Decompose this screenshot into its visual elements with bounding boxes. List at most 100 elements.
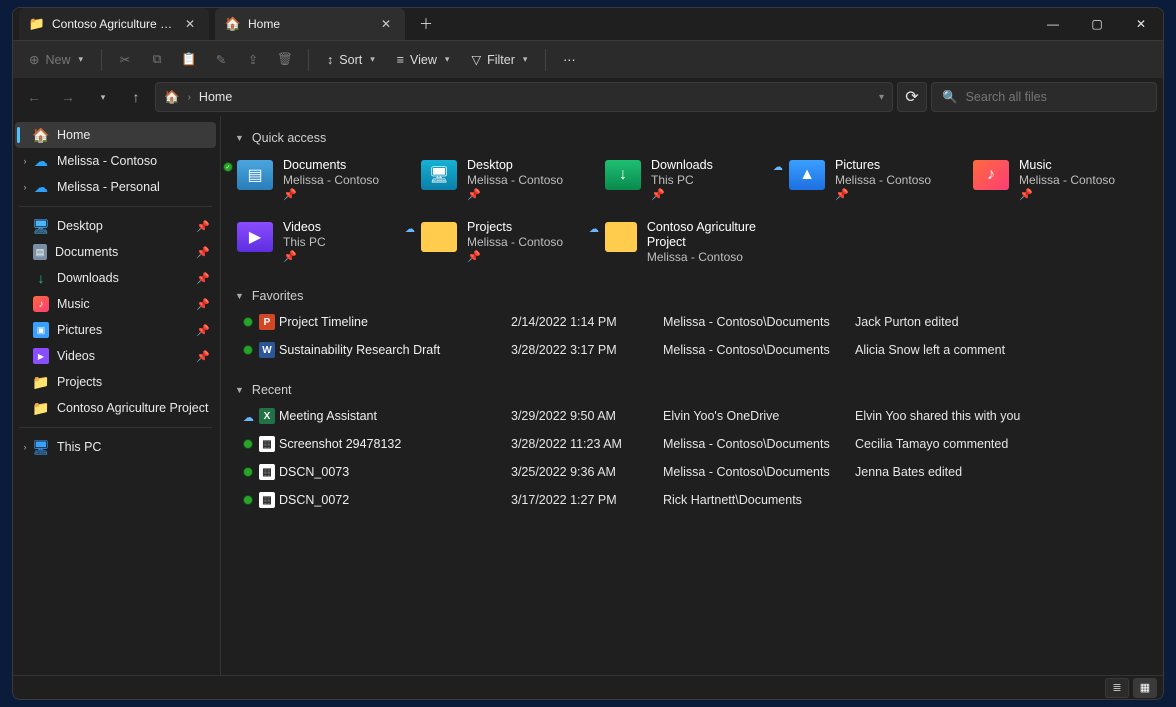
item-name: Music: [1019, 158, 1115, 173]
sidebar-item-onedrive[interactable]: › ☁ Melissa - Personal: [15, 174, 216, 200]
copy-button[interactable]: ⧉: [142, 46, 172, 73]
titlebar: 📁 Contoso Agriculture Project ✕ 🏠 Home ✕…: [13, 8, 1163, 40]
sidebar-item-desktop[interactable]: 🖥 Desktop 📌: [15, 213, 216, 239]
tiles-view-button[interactable]: ▦: [1133, 678, 1157, 698]
divider: [308, 49, 309, 71]
sidebar-item-contoso[interactable]: 📁 Contoso Agriculture Project: [15, 395, 216, 421]
section-favorites[interactable]: ▼ Favorites: [235, 284, 1153, 308]
sort-button[interactable]: ↕ Sort ▾: [317, 47, 385, 73]
quick-access-item[interactable]: ✓▤DocumentsMelissa - Contoso📌: [235, 154, 415, 212]
maximize-button[interactable]: ▢: [1075, 8, 1119, 40]
filter-icon: ▽: [471, 52, 481, 67]
quick-access-item[interactable]: 🖥DesktopMelissa - Contoso📌: [419, 154, 599, 212]
sidebar-item-downloads[interactable]: ↓ Downloads 📌: [15, 265, 216, 291]
file-name: Screenshot 29478132: [279, 437, 509, 451]
cut-button[interactable]: ✂: [110, 46, 140, 73]
status-bar: ≣ ▦: [13, 675, 1163, 699]
recent-button[interactable]: ▾: [87, 82, 117, 112]
new-tab-button[interactable]: ＋: [411, 9, 441, 39]
sidebar-item-music[interactable]: Music 📌: [15, 291, 216, 317]
section-title: Quick access: [252, 131, 326, 145]
tab-close-icon[interactable]: ✕: [377, 15, 395, 33]
sidebar-item-home[interactable]: 🏠 Home: [15, 122, 216, 148]
file-row[interactable]: ▦Screenshot 294781323/28/2022 11:23 AMMe…: [235, 430, 1153, 458]
paste-button[interactable]: 📋: [174, 46, 204, 73]
quick-access-item[interactable]: ☁Contoso Agriculture ProjectMelissa - Co…: [603, 216, 783, 274]
pin-icon[interactable]: 📌: [196, 324, 210, 337]
refresh-button[interactable]: ⟳: [897, 82, 927, 112]
chevron-right-icon[interactable]: ›: [19, 156, 31, 166]
rename-button[interactable]: ✎: [206, 46, 236, 73]
sync-status-icon: [243, 495, 253, 505]
file-row[interactable]: WSustainability Research Draft3/28/2022 …: [235, 336, 1153, 364]
folder-icon: [421, 222, 457, 252]
tab[interactable]: 🏠 Home ✕: [215, 8, 405, 40]
section-recent[interactable]: ▼ Recent: [235, 378, 1153, 402]
chevron-down-icon[interactable]: ▾: [879, 92, 884, 103]
forward-button[interactable]: →: [53, 82, 83, 112]
tab[interactable]: 📁 Contoso Agriculture Project ✕: [19, 8, 209, 40]
pin-icon[interactable]: 📌: [196, 350, 210, 363]
file-activity: Elvin Yoo shared this with you: [855, 409, 1153, 423]
folder-icon: ▤: [237, 160, 273, 190]
pin-icon[interactable]: 📌: [196, 272, 210, 285]
delete-button[interactable]: 🗑: [270, 46, 300, 73]
tab-close-icon[interactable]: ✕: [181, 15, 199, 33]
pin-icon[interactable]: 📌: [196, 298, 210, 311]
file-location: Rick Hartnett\Documents: [663, 493, 853, 507]
divider: [19, 427, 212, 428]
more-button[interactable]: ⋯: [554, 46, 584, 73]
quick-access-item[interactable]: ▶VideosThis PC📌: [235, 216, 415, 274]
cloud-status-icon: ☁: [243, 411, 253, 421]
details-view-button[interactable]: ≣: [1105, 678, 1129, 698]
breadcrumb[interactable]: Home: [199, 90, 232, 104]
view-button[interactable]: ≡ View ▾: [387, 47, 460, 73]
item-name: Downloads: [651, 158, 713, 173]
file-row[interactable]: ▦DSCN_00723/17/2022 1:27 PMRick Hartnett…: [235, 486, 1153, 514]
quick-access-item[interactable]: ☁ProjectsMelissa - Contoso📌: [419, 216, 599, 274]
sidebar-label: Pictures: [57, 323, 102, 337]
file-row[interactable]: ☁XMeeting Assistant3/29/2022 9:50 AMElvi…: [235, 402, 1153, 430]
divider: [19, 206, 212, 207]
address-bar[interactable]: 🏠 › Home ▾: [155, 82, 893, 112]
chevron-right-icon[interactable]: ›: [19, 442, 31, 452]
pin-icon[interactable]: 📌: [196, 246, 210, 259]
section-quick-access[interactable]: ▼ Quick access: [235, 126, 1153, 150]
sidebar-item-this-pc[interactable]: › 🖥 This PC: [15, 434, 216, 460]
pin-icon: 📌: [283, 188, 379, 202]
file-type-icon: P: [259, 314, 275, 330]
file-type-icon: X: [259, 408, 275, 424]
minimize-button[interactable]: ―: [1031, 8, 1075, 40]
item-name: Projects: [467, 220, 563, 235]
file-date: 3/28/2022 3:17 PM: [511, 343, 661, 357]
search-box[interactable]: 🔍: [931, 82, 1157, 112]
item-name: Desktop: [467, 158, 563, 173]
close-button[interactable]: ✕: [1119, 8, 1163, 40]
sidebar-item-onedrive[interactable]: › ☁ Melissa - Contoso: [15, 148, 216, 174]
share-button[interactable]: ⇪: [238, 46, 268, 73]
pin-icon[interactable]: 📌: [196, 220, 210, 233]
back-button[interactable]: ←: [19, 82, 49, 112]
quick-access-item[interactable]: ♪MusicMelissa - Contoso📌: [971, 154, 1151, 212]
new-label: New: [45, 53, 70, 67]
search-input[interactable]: [966, 90, 1146, 104]
filter-button[interactable]: ▽ Filter ▾: [461, 46, 537, 73]
new-button[interactable]: ⊕ New ▾: [19, 46, 93, 73]
file-date: 3/17/2022 1:27 PM: [511, 493, 661, 507]
sidebar-item-documents[interactable]: ▤ Documents 📌: [15, 239, 216, 265]
file-activity: Jack Purton edited: [855, 315, 1153, 329]
quick-access-item[interactable]: ☁▲PicturesMelissa - Contoso📌: [787, 154, 967, 212]
sidebar-item-videos[interactable]: Videos 📌: [15, 343, 216, 369]
file-row[interactable]: ▦DSCN_00733/25/2022 9:36 AMMelissa - Con…: [235, 458, 1153, 486]
sidebar-item-projects[interactable]: 📁 Projects: [15, 369, 216, 395]
quick-access-item[interactable]: ↓DownloadsThis PC📌: [603, 154, 783, 212]
item-sub: Melissa - Contoso: [467, 235, 563, 250]
chevron-right-icon[interactable]: ›: [19, 182, 31, 192]
file-activity: Jenna Bates edited: [855, 465, 1153, 479]
file-row[interactable]: PProject Timeline2/14/2022 1:14 PMMeliss…: [235, 308, 1153, 336]
up-button[interactable]: ↑: [121, 82, 151, 112]
sidebar-item-pictures[interactable]: Pictures 📌: [15, 317, 216, 343]
chevron-down-icon: ▾: [445, 54, 450, 65]
file-name: DSCN_0072: [279, 493, 509, 507]
view-label: View: [410, 53, 437, 67]
